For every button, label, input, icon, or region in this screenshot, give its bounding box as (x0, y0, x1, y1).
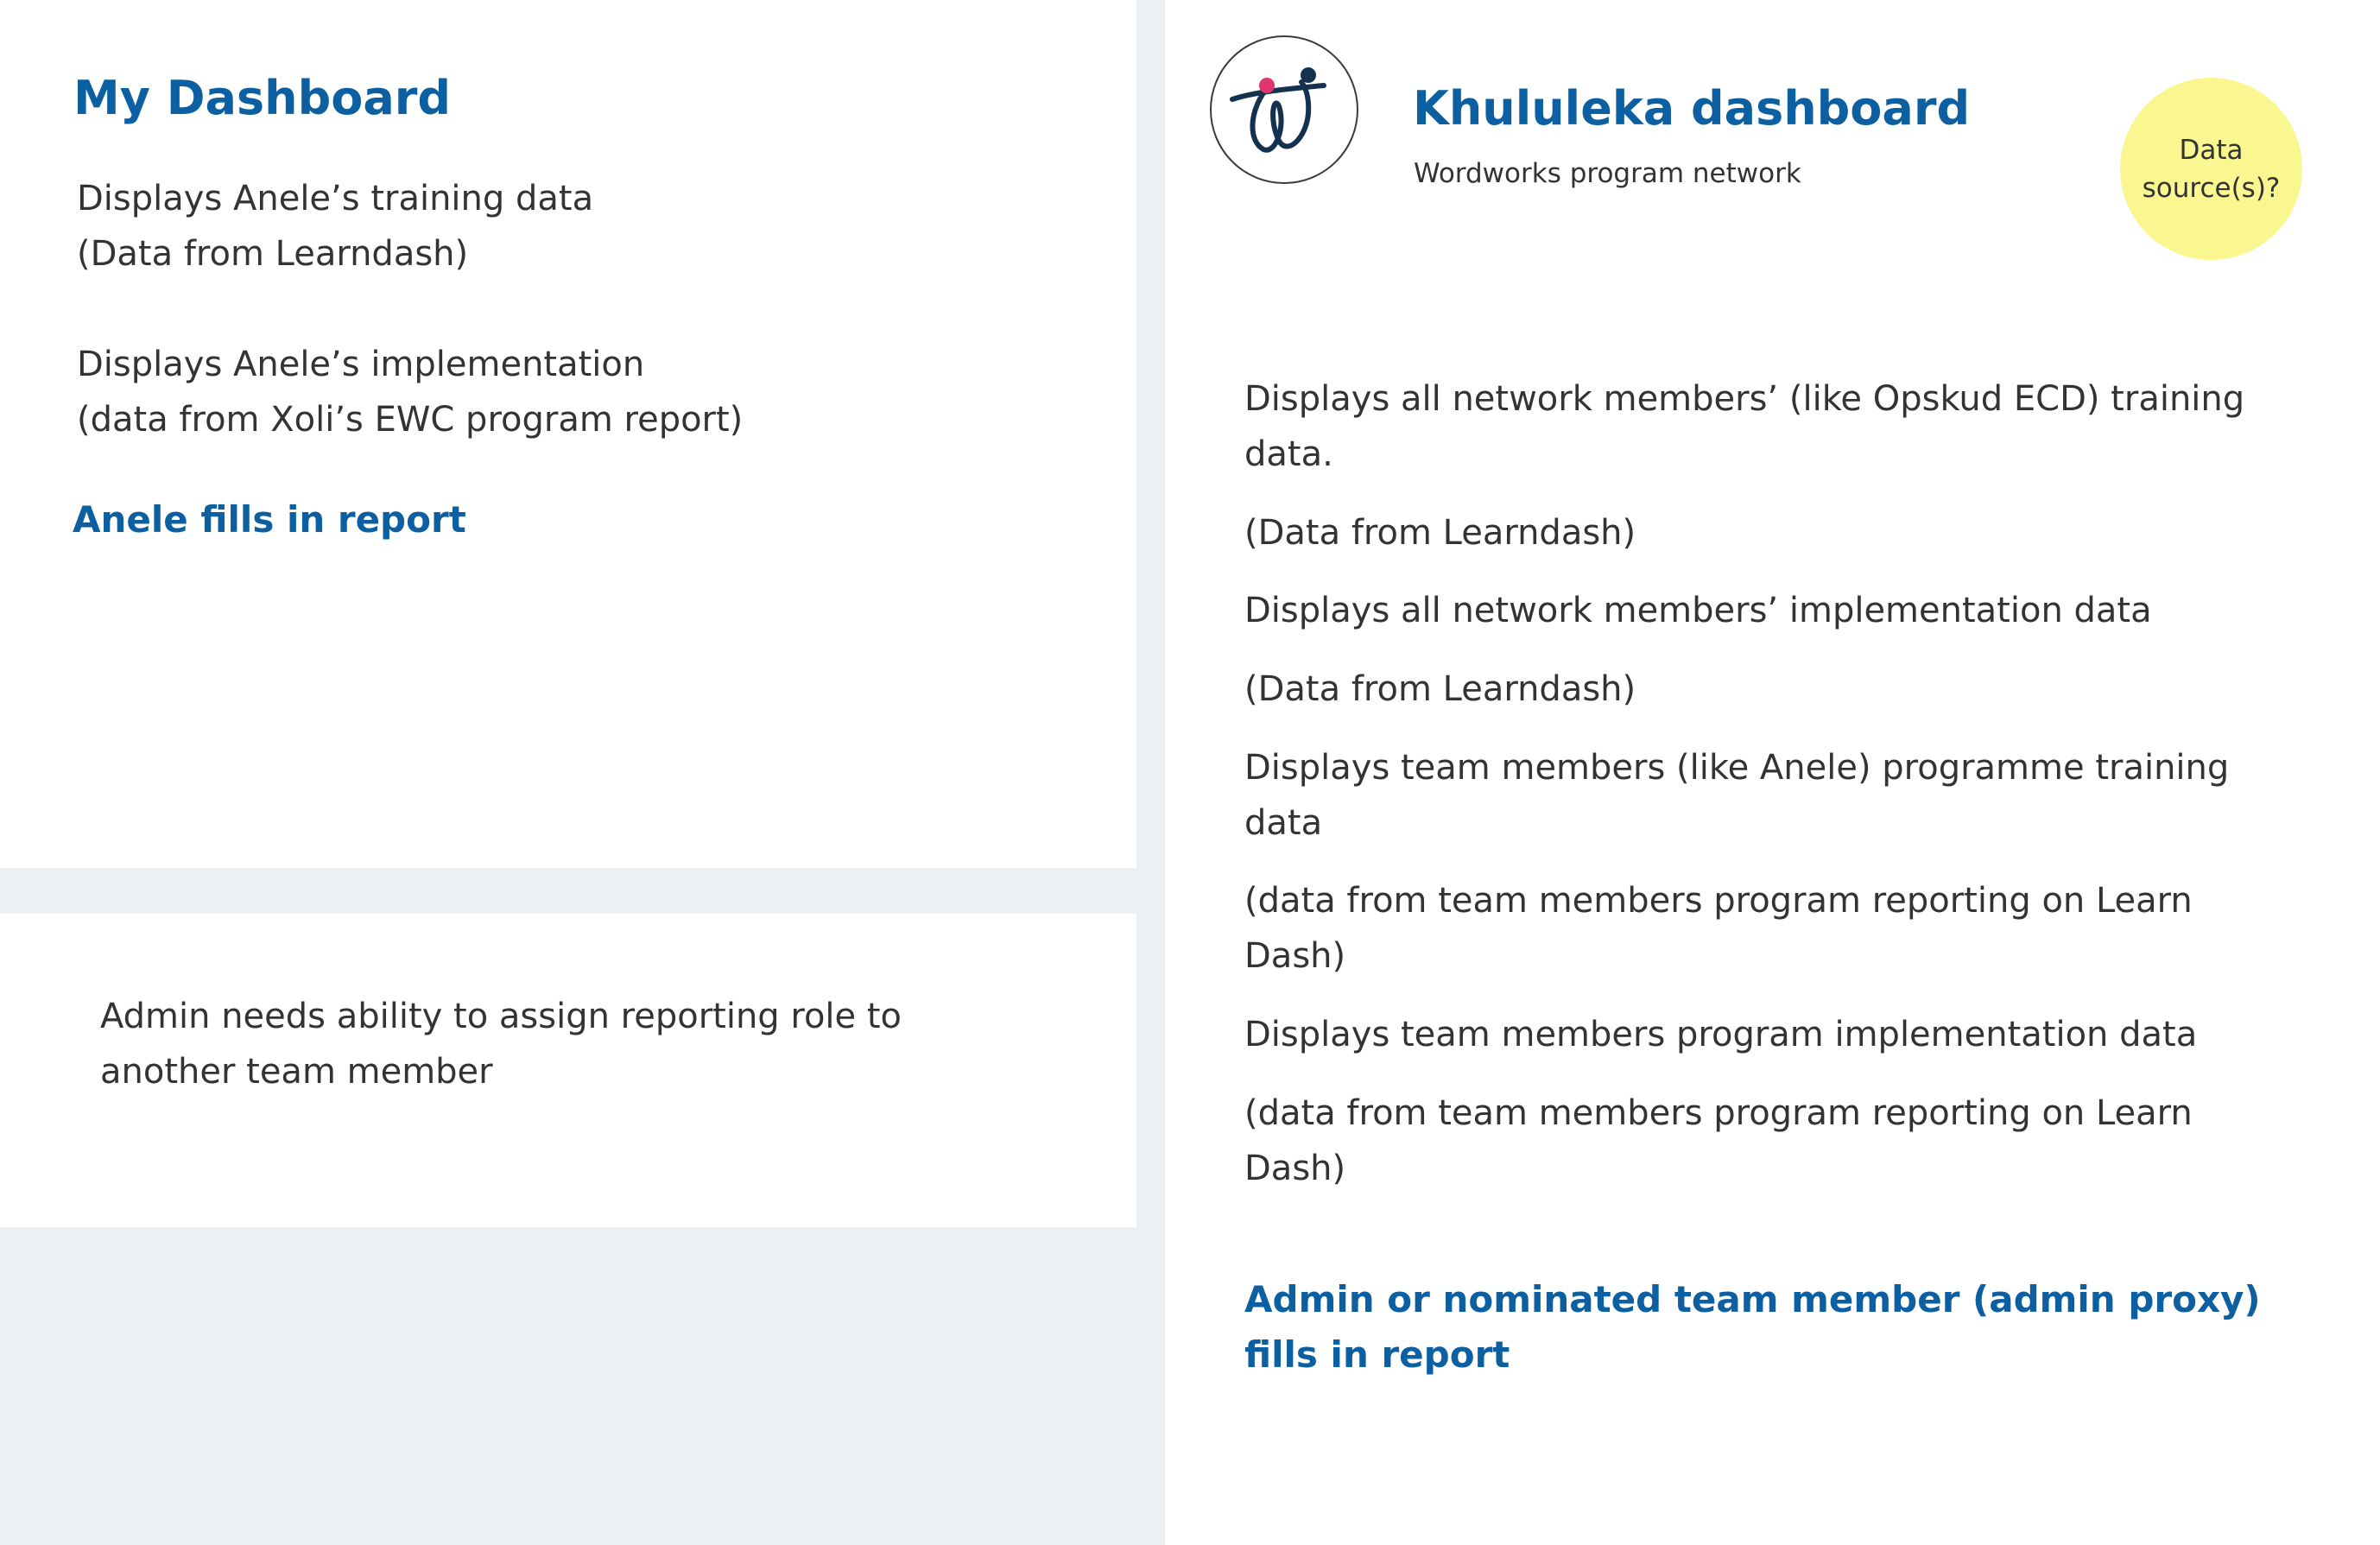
data-sources-sticky-note: Data source(s)? (2120, 78, 2302, 260)
admin-note-line-2: another team member (100, 1052, 493, 1092)
team-training-source-line-2: Dash) (1244, 936, 1346, 976)
sticky-line-1: Data (2179, 134, 2244, 166)
implementation-line-2: (data from Xoli’s EWC program report) (77, 400, 744, 440)
network-training-line-1: Displays all network members’ (like Opsk… (1244, 379, 2245, 419)
khululeka-dashboard-title: Khululeka dashboard (1413, 81, 1971, 136)
admin-fills-report-link-line-2[interactable]: fills in report (1244, 1327, 1510, 1383)
network-training-line-2: data. (1244, 434, 1333, 474)
team-implementation-line: Displays team members program implementa… (1244, 1015, 2198, 1054)
sticky-line-2: source(s)? (2142, 172, 2281, 204)
team-training-source-line-1: (data from team members program reportin… (1244, 881, 2193, 921)
team-training-line-1: Displays team members (like Anele) progr… (1244, 748, 2230, 788)
training-data-line-1: Displays Anele’s training data (77, 179, 594, 218)
training-data-line-2: (Data from Learndash) (77, 234, 469, 274)
wordworks-logo-icon (1210, 35, 1358, 184)
network-implementation-source: (Data from Learndash) (1244, 669, 1636, 709)
admin-note-line-1: Admin needs ability to assign reporting … (100, 997, 902, 1036)
anele-fills-report-link[interactable]: Anele fills in report (73, 492, 466, 548)
my-dashboard-title: My Dashboard (73, 71, 452, 125)
network-implementation-line: Displays all network members’ implementa… (1244, 591, 2152, 630)
wordworks-subtitle: Wordworks program network (1414, 158, 1801, 189)
implementation-line-1: Displays Anele’s implementation (77, 345, 645, 384)
team-implementation-source-line-1: (data from team members program reportin… (1244, 1093, 2193, 1133)
network-training-source: (Data from Learndash) (1244, 513, 1636, 553)
team-training-line-2: data (1244, 803, 1323, 843)
team-implementation-source-line-2: Dash) (1244, 1149, 1346, 1188)
admin-fills-report-link-line-1[interactable]: Admin or nominated team member (admin pr… (1244, 1272, 2261, 1327)
